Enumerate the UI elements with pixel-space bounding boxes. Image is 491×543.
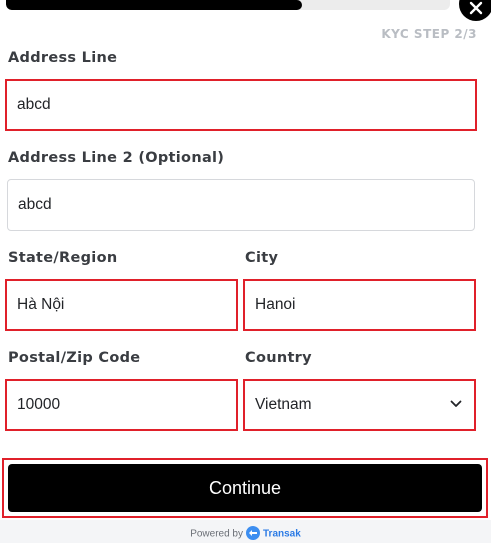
postal-code-input[interactable] (17, 381, 226, 429)
chevron-down-icon (450, 400, 462, 407)
address-line-label: Address Line (8, 50, 118, 66)
continue-button[interactable]: Continue (8, 464, 482, 512)
state-region-field[interactable] (5, 279, 238, 331)
country-select[interactable]: Vietnam (243, 379, 476, 431)
postal-code-field[interactable] (5, 379, 238, 431)
kyc-step-indicator: KYC STEP 2/3 (381, 27, 477, 41)
address-line-field[interactable] (5, 79, 477, 131)
powered-by-footer: Powered by Transak (0, 526, 491, 541)
close-button[interactable] (459, 0, 491, 21)
kyc-progress-fill (6, 0, 302, 10)
city-input[interactable] (255, 281, 464, 329)
continue-button-wrapper: Continue (2, 458, 488, 518)
postal-code-label: Postal/Zip Code (8, 350, 141, 366)
address-line-2-field[interactable] (7, 179, 475, 231)
kyc-address-page: KYC STEP 2/3 Address Line Address Line 2… (0, 0, 491, 543)
address-line-2-label: Address Line 2 (Optional) (8, 150, 225, 166)
city-label: City (245, 250, 279, 266)
address-line-input[interactable] (17, 81, 465, 129)
country-label: Country (245, 350, 312, 366)
close-icon (469, 1, 483, 15)
transak-brand-link[interactable]: Transak (263, 529, 301, 540)
address-line-2-input[interactable] (18, 180, 464, 230)
transak-logo-icon (246, 526, 260, 540)
kyc-progress-bar (6, 0, 450, 10)
city-field[interactable] (243, 279, 476, 331)
country-select-value: Vietnam (255, 396, 312, 413)
powered-by-text: Powered by (190, 528, 243, 540)
state-region-input[interactable] (17, 281, 226, 329)
state-region-label: State/Region (8, 250, 118, 266)
